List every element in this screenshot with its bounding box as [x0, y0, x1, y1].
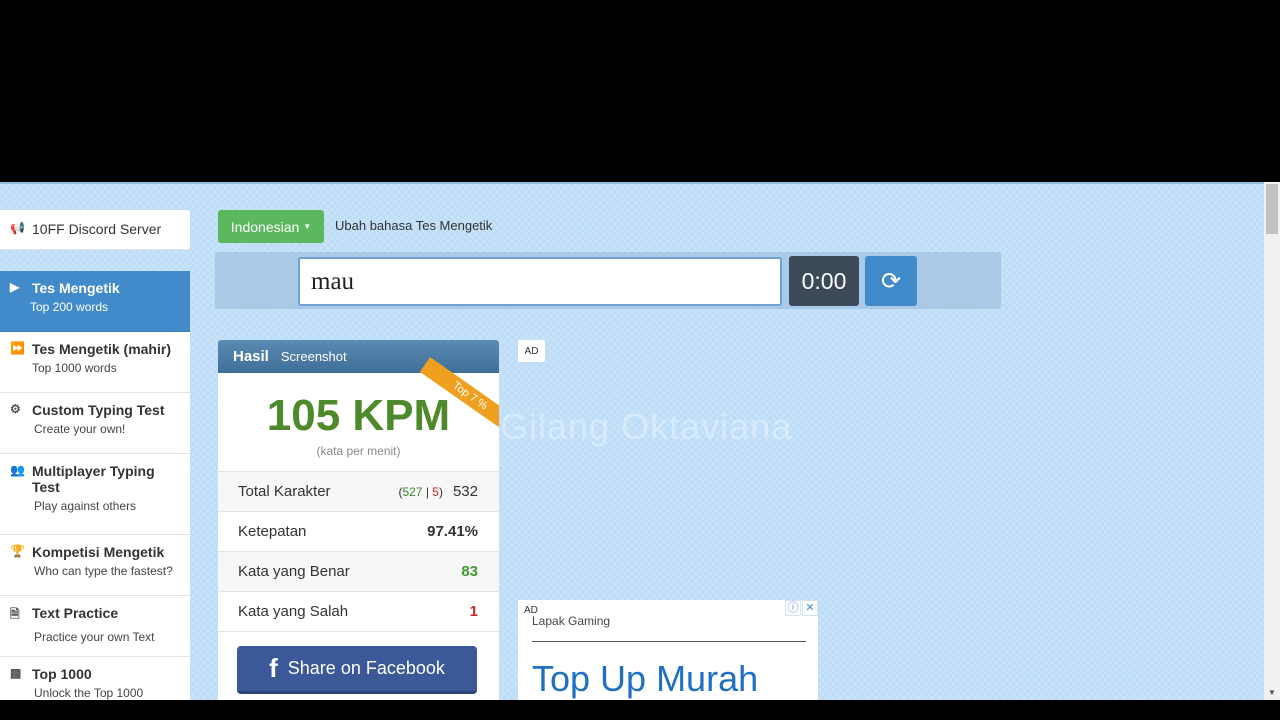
sidebar-item-kompetisi[interactable]: 🏆 Kompetisi Mengetik Who can type the fa… [0, 535, 190, 596]
word-input-value: mau [311, 267, 355, 295]
page-content: 📢 10FF Discord Server ▶ Tes Mengetik Top… [0, 182, 1264, 700]
sidebar-item-title: 👥 Multiplayer Typing Test [10, 463, 180, 495]
sidebar-item-title: 🗎 Text Practice [10, 605, 180, 626]
stat-label: Kata yang Benar [238, 563, 350, 580]
share-facebook-button[interactable]: f Share on Facebook [237, 646, 477, 694]
ad-divider [532, 641, 806, 642]
sidebar-item-top-1000[interactable]: ▩ Top 1000 Unlock the Top 1000 [0, 657, 190, 700]
stat-label: Ketepatan [238, 523, 307, 540]
result-panel: Hasil Screenshot Top 7 % 105 KPM (kata p… [218, 340, 499, 700]
scroll-down-arrow-icon[interactable]: ▼ [1268, 689, 1276, 697]
sidebar-item-sub: Top 200 words [30, 300, 109, 314]
sidebar-item-label: Kompetisi Mengetik [32, 544, 165, 560]
sidebar-item-label: Tes Mengetik (mahir) [32, 341, 171, 357]
keystrokes-total: 532 [452, 483, 478, 500]
sidebar-item-sub: Create your own! [34, 422, 126, 436]
sidebar-item-label: Custom Typing Test [32, 402, 165, 418]
page-top-border [0, 182, 1264, 184]
stat-row-ketepatan: Ketepatan 97.41% [218, 512, 499, 552]
gears-icon: ⚙ [10, 402, 21, 416]
facebook-icon: f [269, 653, 278, 683]
sidebar-item-text-practice[interactable]: 🗎 Text Practice Practice your own Text [0, 596, 190, 657]
stat-value: 1 [469, 603, 478, 620]
keystrokes-separator: | [425, 485, 429, 499]
ad-headline: Top Up Murah [532, 658, 759, 699]
language-dropdown[interactable]: Indonesian ▼ [218, 210, 324, 243]
ad-banner[interactable]: AD ⓘ ✕ Lapak Gaming Top Up Murah [518, 600, 818, 700]
sidebar-item-title: ⚙ Custom Typing Test [10, 402, 180, 418]
sidebar-item-sub: Who can type the fastest? [34, 564, 173, 578]
fast-forward-icon: ⏩ [10, 341, 25, 355]
sidebar: 📢 10FF Discord Server ▶ Tes Mengetik Top… [0, 210, 190, 700]
stat-row-kata-salah: Kata yang Salah 1 [218, 592, 499, 632]
sidebar-item-label: Tes Mengetik [32, 280, 120, 296]
share-facebook-label: Share on Facebook [287, 658, 445, 678]
sidebar-item-title: 🏆 Kompetisi Mengetik [10, 544, 180, 560]
result-title: Hasil [233, 348, 269, 365]
trophy-icon: 🏆 [10, 544, 25, 558]
stat-value: 83 [461, 563, 478, 580]
stat-row-kata-benar: Kata yang Benar 83 [218, 552, 499, 592]
watermark-text: Gilang Oktaviana [500, 406, 793, 447]
stat-row-total-karakter: Total Karakter (527 | 5) 532 [218, 472, 499, 512]
document-icon: 🗎 [10, 607, 20, 621]
timer: 0:00 [789, 256, 859, 306]
refresh-icon: ⟳ [880, 267, 902, 295]
language-change-label: Ubah bahasa Tes Mengetik [335, 218, 493, 233]
result-header: Hasil Screenshot [218, 340, 499, 373]
ad-badge[interactable]: AD [518, 340, 545, 362]
keystroke-detail: (527 | 5) [398, 485, 443, 499]
play-icon: ▶ [10, 280, 20, 294]
keystrokes-wrong: 5 [432, 485, 439, 499]
sidebar-item-title: ▩ Top 1000 [10, 666, 180, 682]
stat-value: (527 | 5) 532 [398, 483, 478, 500]
wpm-box: Top 7 % 105 KPM (kata per menit) [218, 357, 499, 472]
ad-brand: Lapak Gaming [532, 614, 611, 628]
sidebar-item-sub: Top 1000 words [32, 361, 117, 375]
sidebar-item-sub: Practice your own Text [34, 630, 155, 644]
video-bottom-black-bar [0, 700, 1280, 720]
refresh-button[interactable]: ⟳ [865, 256, 917, 306]
stat-label: Kata yang Salah [238, 603, 349, 620]
megaphone-icon: 📢 [10, 221, 25, 235]
sidebar-item-tes-mengetik[interactable]: ▶ Tes Mengetik Top 200 words [0, 271, 190, 332]
sidebar-item-label: Top 1000 [32, 666, 92, 682]
keystrokes-correct: 527 [402, 485, 423, 499]
sidebar-item-multiplayer[interactable]: 👥 Multiplayer Typing Test Play against o… [0, 454, 190, 535]
sidebar-item-title: ▶ Tes Mengetik [10, 280, 180, 296]
users-icon: 👥 [10, 463, 25, 477]
close-icon[interactable]: ✕ [802, 600, 818, 616]
sidebar-item-custom-typing-test[interactable]: ⚙ Custom Typing Test Create your own! [0, 393, 190, 454]
sidebar-item-label: Text Practice [32, 605, 119, 621]
word-input[interactable]: mau [298, 257, 782, 306]
sidebar-item-discord-row: 📢 10FF Discord Server [10, 219, 180, 237]
vertical-scrollbar[interactable]: ▼ [1264, 182, 1280, 700]
video-top-black-bar [0, 0, 1280, 182]
sidebar-item-label: Multiplayer Typing Test [32, 463, 155, 495]
wpm-subtitle: (kata per menit) [316, 444, 401, 458]
sidebar-item-discord[interactable]: 📢 10FF Discord Server [0, 210, 190, 250]
sidebar-item-title: ⏩ Tes Mengetik (mahir) [10, 341, 180, 357]
info-icon[interactable]: ⓘ [785, 600, 801, 616]
ad-controls: ⓘ ✕ [784, 600, 818, 616]
stat-value: 97.41% [427, 523, 478, 540]
stat-label: Total Karakter [238, 483, 331, 500]
share-wrap: f Share on Facebook [218, 632, 499, 694]
sidebar-item-label: 10FF Discord Server [32, 221, 162, 237]
sidebar-item-tes-mengetik-mahir[interactable]: ⏩ Tes Mengetik (mahir) Top 1000 words [0, 332, 190, 393]
sidebar-item-sub: Unlock the Top 1000 [34, 686, 144, 700]
stats-table: Total Karakter (527 | 5) 532 Ketepatan 97… [218, 472, 499, 632]
sidebar-item-sub: Play against others [34, 499, 137, 513]
screenshot-link[interactable]: Screenshot [281, 349, 347, 364]
language-selected: Indonesian [230, 218, 300, 235]
bar-chart-icon: ▩ [10, 666, 22, 680]
caret-down-icon: ▼ [303, 222, 312, 231]
scrollbar-thumb[interactable] [1266, 184, 1278, 234]
